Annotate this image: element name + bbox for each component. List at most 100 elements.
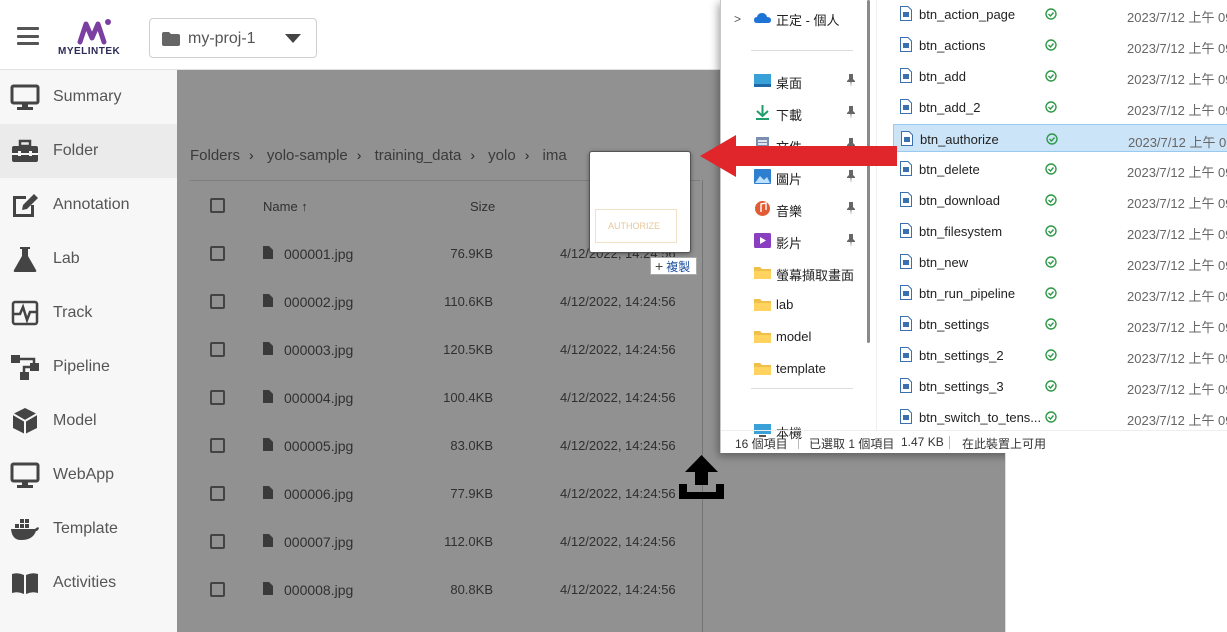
file-row-name: btn_switch_to_tens... bbox=[919, 410, 1042, 425]
nav-entry[interactable]: 桌面 bbox=[721, 65, 876, 97]
pin-icon bbox=[846, 234, 856, 247]
nav-separator bbox=[751, 388, 853, 389]
image-file-icon bbox=[900, 223, 912, 238]
sidebar-item-label: WebApp bbox=[53, 466, 115, 483]
file-row-date: 2023/7/12 上午 09 bbox=[1127, 413, 1227, 428]
sync-ok-icon bbox=[1045, 39, 1057, 51]
sidebar-item-label: Lab bbox=[53, 250, 80, 267]
file-row[interactable]: btn_settings_2 2023/7/12 上午 09 bbox=[893, 341, 1227, 369]
sidebar-item-template[interactable]: Template bbox=[0, 502, 177, 556]
file-row-name: btn_run_pipeline bbox=[919, 286, 1016, 301]
file-row[interactable]: btn_settings 2023/7/12 上午 09 bbox=[893, 310, 1227, 338]
project-name: my-proj-1 bbox=[188, 30, 256, 47]
file-row[interactable]: btn_settings_3 2023/7/12 上午 09 bbox=[893, 372, 1227, 400]
file-row-name: btn_settings_2 bbox=[919, 348, 1004, 363]
file-row-date: 2023/7/12 上午 09 bbox=[1127, 289, 1227, 304]
sidebar: Summary Folder Annotation Lab Track Pipeline M… bbox=[0, 70, 177, 632]
nav-entry[interactable]: 影片 bbox=[721, 225, 876, 257]
nav-entry[interactable]: model bbox=[721, 321, 876, 353]
nav-entry[interactable]: 下載 bbox=[721, 97, 876, 129]
desktop-icon bbox=[754, 73, 771, 88]
drag-preview: AUTHORIZE bbox=[589, 151, 691, 253]
file-row[interactable]: btn_delete 2023/7/12 上午 09 bbox=[893, 155, 1227, 183]
sidebar-item-label: Model bbox=[53, 412, 97, 429]
nav-entry[interactable]: 螢幕擷取畫面 bbox=[721, 257, 876, 289]
nav-entry[interactable]: lab bbox=[721, 289, 876, 321]
sidebar-item-label: Annotation bbox=[53, 196, 130, 213]
file-row-date: 2023/7/12 上午 09 bbox=[1127, 320, 1227, 335]
image-file-icon bbox=[900, 347, 912, 362]
nav-entry-label: 桌面 bbox=[776, 76, 803, 91]
file-row-date: 2023/7/12 上午 09 bbox=[1127, 351, 1227, 366]
nav-entry[interactable]: > 正定 - 個人 bbox=[721, 2, 876, 34]
image-file-icon bbox=[900, 68, 912, 83]
cube-icon bbox=[10, 407, 40, 435]
nav-entry[interactable]: 音樂 bbox=[721, 193, 876, 225]
file-row[interactable]: btn_filesystem 2023/7/12 上午 09 bbox=[893, 217, 1227, 245]
sidebar-item-annotation[interactable]: Annotation bbox=[0, 178, 177, 232]
sync-ok-icon bbox=[1045, 163, 1057, 175]
monitor-icon bbox=[10, 83, 40, 111]
sync-ok-icon bbox=[1045, 225, 1057, 237]
file-row[interactable]: btn_add 2023/7/12 上午 09 bbox=[893, 62, 1227, 90]
file-explorer-window: >正定 - 個人桌面下載文件圖片音樂影片螢幕擷取畫面labmodeltempla… bbox=[720, 0, 1227, 453]
folder-icon bbox=[754, 361, 771, 376]
file-row-name: btn_settings bbox=[919, 317, 990, 332]
file-row[interactable]: btn_switch_to_tens... 2023/7/12 上午 09 bbox=[893, 403, 1227, 431]
onedrive-icon bbox=[754, 10, 771, 25]
monitor-icon bbox=[10, 461, 40, 489]
sync-ok-icon bbox=[1045, 194, 1057, 206]
image-file-icon bbox=[900, 316, 912, 331]
file-row[interactable]: btn_download 2023/7/12 上午 09 bbox=[893, 186, 1227, 214]
book-icon bbox=[10, 569, 40, 597]
sidebar-item-activities[interactable]: Activities bbox=[0, 556, 177, 610]
project-selector[interactable]: my-proj-1 bbox=[149, 18, 317, 58]
file-row[interactable]: btn_action_page 2023/7/12 上午 09 bbox=[893, 0, 1227, 28]
file-row-date: 2023/7/12 上午 09 bbox=[1128, 135, 1227, 150]
red-arrow-icon bbox=[700, 135, 897, 177]
image-file-icon bbox=[900, 285, 912, 300]
sidebar-item-label: Folder bbox=[53, 142, 99, 159]
sidebar-item-lab[interactable]: Lab bbox=[0, 232, 177, 286]
sidebar-item-summary[interactable]: Summary bbox=[0, 70, 177, 124]
image-file-icon bbox=[900, 99, 912, 114]
nav-entry-label: lab bbox=[776, 297, 794, 312]
file-row-name: btn_download bbox=[919, 193, 1000, 208]
folder-icon bbox=[162, 32, 180, 46]
file-row-name: btn_filesystem bbox=[919, 224, 1003, 239]
file-row[interactable]: btn_run_pipeline 2023/7/12 上午 09 bbox=[893, 279, 1227, 307]
sidebar-item-folder[interactable]: Folder bbox=[0, 124, 177, 178]
sync-ok-icon bbox=[1045, 256, 1057, 268]
menu-icon[interactable] bbox=[17, 27, 39, 45]
sidebar-item-webapp[interactable]: WebApp bbox=[0, 448, 177, 502]
image-file-icon bbox=[900, 161, 912, 176]
copy-label: 複製 bbox=[666, 260, 691, 274]
image-file-icon bbox=[900, 254, 912, 269]
image-file-icon bbox=[900, 37, 912, 52]
sync-ok-icon bbox=[1045, 8, 1057, 20]
video-icon bbox=[754, 233, 771, 248]
folder-icon bbox=[754, 297, 771, 312]
upload-icon bbox=[679, 455, 724, 499]
file-row-name: btn_new bbox=[919, 255, 969, 270]
status-item-count: 16 個項目 bbox=[735, 437, 788, 451]
nav-entry-label: 下載 bbox=[776, 108, 803, 123]
pane-divider[interactable] bbox=[876, 0, 877, 430]
file-row[interactable]: btn_new 2023/7/12 上午 09 bbox=[893, 248, 1227, 276]
file-row[interactable]: btn_add_2 2023/7/12 上午 09 bbox=[893, 93, 1227, 121]
sync-ok-icon bbox=[1045, 318, 1057, 330]
download-icon bbox=[754, 105, 771, 120]
explorer-file-list: btn_action_page 2023/7/12 上午 09 btn_action… bbox=[893, 0, 1227, 430]
sync-ok-icon bbox=[1045, 101, 1057, 113]
sidebar-item-track[interactable]: Track bbox=[0, 286, 177, 340]
nav-entry[interactable]: template bbox=[721, 353, 876, 385]
sidebar-item-model[interactable]: Model bbox=[0, 394, 177, 448]
sidebar-item-label: Pipeline bbox=[53, 358, 110, 375]
chevron-right-icon[interactable]: > bbox=[734, 12, 741, 26]
logo-text: MYELINTEK bbox=[58, 46, 121, 57]
copy-badge: + 複製 bbox=[650, 257, 698, 275]
file-row[interactable]: btn_actions 2023/7/12 上午 09 bbox=[893, 31, 1227, 59]
sidebar-item-pipeline[interactable]: Pipeline bbox=[0, 340, 177, 394]
file-row[interactable]: btn_authorize 2023/7/12 上午 09 bbox=[893, 124, 1227, 152]
background-window bbox=[1005, 453, 1227, 632]
